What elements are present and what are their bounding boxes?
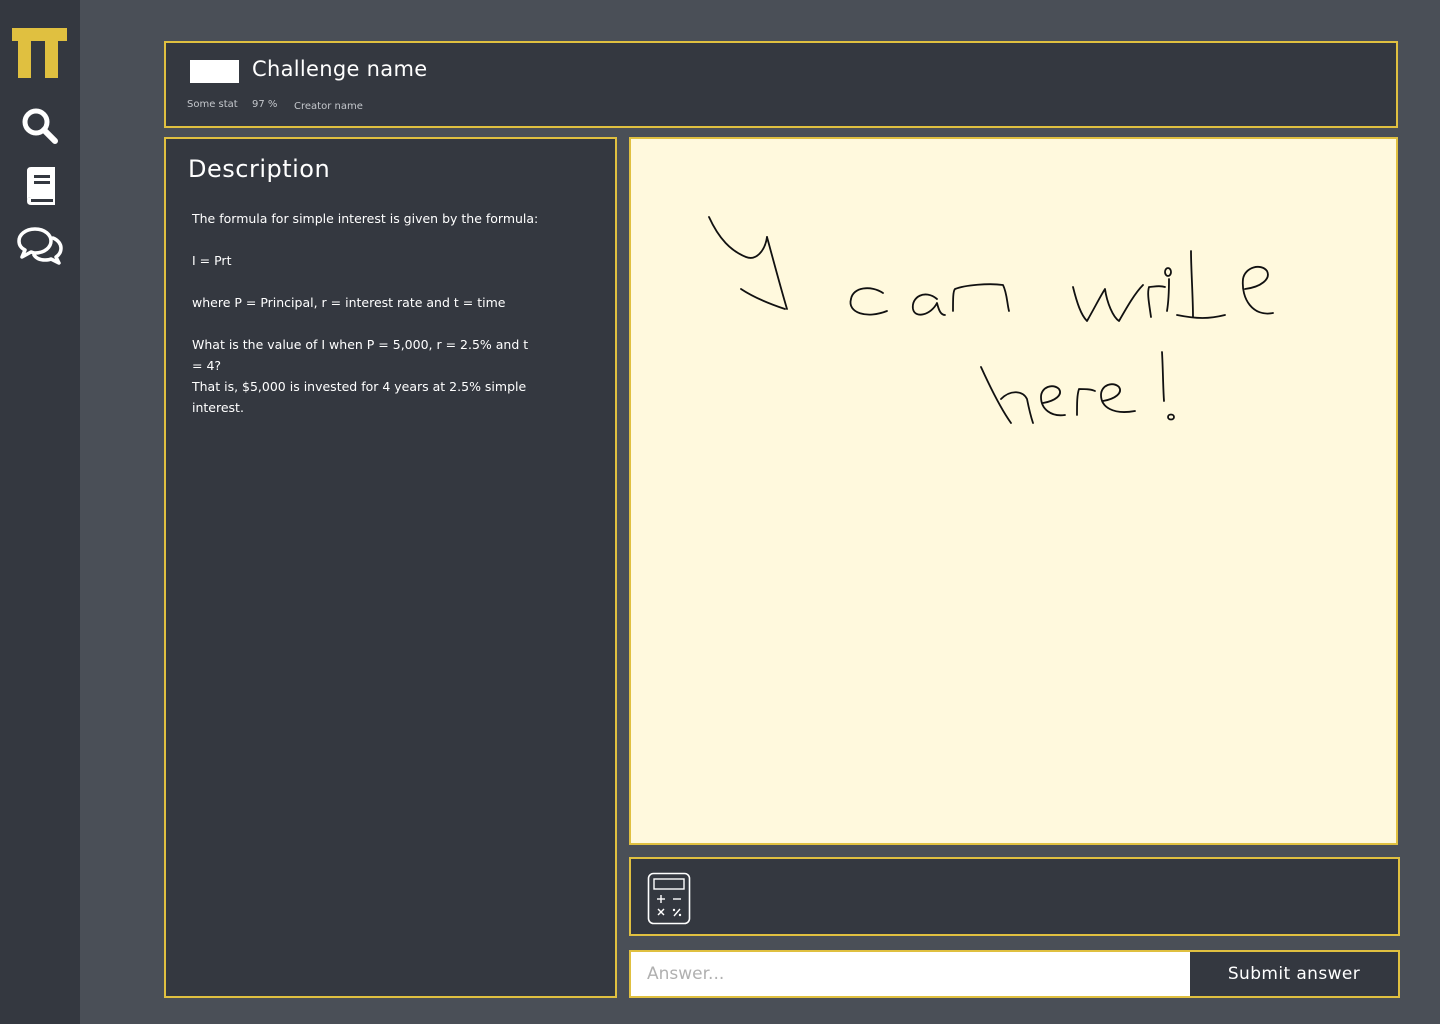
search-icon [22, 108, 58, 144]
submit-answer-button[interactable]: Submit answer [1190, 950, 1400, 998]
description-paragraph: That is, $5,000 is invested for 4 years … [192, 379, 527, 415]
description-paragraph: The formula for simple interest is given… [192, 211, 539, 226]
description-paragraph: I = Prt [192, 253, 232, 268]
sidebar-item-discussion[interactable] [16, 222, 64, 270]
drawing-canvas[interactable] [629, 137, 1398, 845]
handwriting-strokes [708, 216, 1274, 424]
tools-bar [629, 857, 1400, 936]
challenge-title: Challenge name [252, 57, 428, 81]
description-heading: Description [188, 155, 331, 183]
challenge-header: Challenge name Some stat 97 % Creator na… [164, 41, 1398, 128]
stat-some-stat: Some stat [187, 99, 238, 110]
stat-success-rate: 97 % [252, 99, 278, 110]
pi-logo-icon[interactable] [12, 28, 67, 78]
book-icon [27, 167, 55, 205]
calculator-button[interactable] [647, 872, 691, 925]
challenge-badge [190, 60, 239, 83]
description-paragraph: where P = Principal, r = interest rate a… [192, 295, 506, 310]
description-body: The formula for simple interest is given… [192, 208, 542, 439]
description-paragraph: What is the value of I when P = 5,000, r… [192, 337, 529, 373]
chat-icon [17, 227, 63, 265]
calculator-icon [647, 872, 691, 925]
answer-input[interactable] [629, 950, 1192, 998]
description-panel: Description The formula for simple inter… [164, 137, 617, 998]
sidebar-item-library[interactable] [16, 162, 64, 210]
stat-creator-name[interactable]: Creator name [294, 101, 363, 112]
sidebar [0, 0, 80, 1024]
sidebar-item-search[interactable] [16, 102, 64, 150]
